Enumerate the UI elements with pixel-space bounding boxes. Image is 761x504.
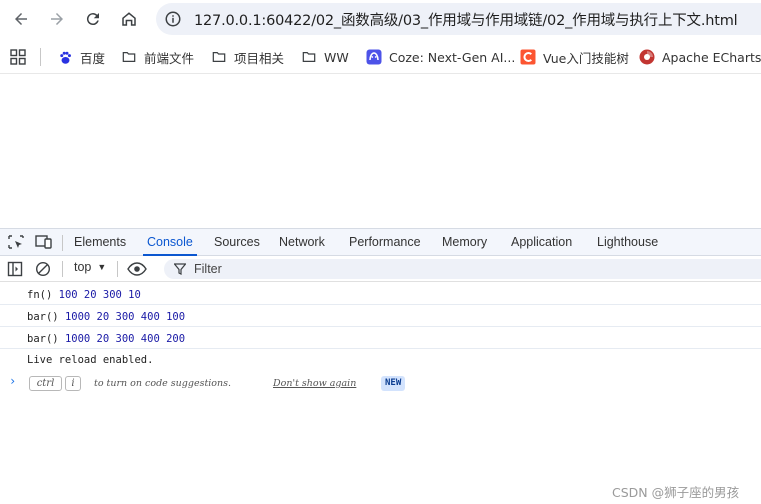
tab-sources[interactable]: Sources (214, 229, 260, 256)
bookmarks-separator (40, 48, 41, 66)
tab-separator (62, 235, 63, 251)
context-selector[interactable]: top ▼ (74, 260, 106, 274)
toolbar-separator (62, 261, 63, 277)
back-arrow-icon (15, 13, 27, 25)
console-toolbar: top ▼ Filter (0, 256, 761, 282)
log-function: fn() (27, 289, 53, 301)
inspect-element-icon[interactable] (7, 234, 25, 250)
tab-performance[interactable]: Performance (349, 229, 421, 256)
watermark: CSDN @狮子座的男孩 (612, 485, 740, 500)
tab-network[interactable]: Network (279, 229, 325, 256)
tab-console[interactable]: Console (143, 229, 197, 256)
ctrl-key: ctrl (29, 376, 62, 391)
tab-memory[interactable]: Memory (442, 229, 487, 256)
apps-grid-icon[interactable] (10, 49, 26, 65)
bookmark-ww[interactable]: WW (301, 47, 349, 67)
log-function: bar() (27, 333, 59, 345)
devtools-tab-bar: Elements Console Sources Network Perform… (0, 228, 761, 256)
prompt-chevron-icon: › (9, 374, 17, 388)
reload-icon (86, 13, 99, 26)
url-text: 127.0.0.1:60422/02_函数高级/03_作用域与作用域链/02_作… (194, 12, 738, 29)
code-suggestion-hint: to turn on code suggestions. (94, 378, 232, 389)
baidu-paw-icon (57, 49, 73, 65)
dont-show-again-link[interactable]: Don't show again (273, 378, 356, 389)
filter-input[interactable]: Filter (164, 259, 761, 279)
console-log-line: Live reload enabled. (0, 348, 761, 370)
log-values: 1000 20 300 400 100 (64, 311, 186, 323)
sidebar-toggle-icon[interactable] (7, 261, 23, 277)
forward-arrow-icon (51, 13, 63, 25)
reload-button[interactable] (81, 7, 105, 31)
bookmark-vue[interactable]: Vue入门技能树 (520, 47, 629, 67)
log-values: 100 20 300 10 (58, 289, 141, 301)
caret-down-icon: ▼ (97, 262, 107, 272)
bookmark-label: 百度 (80, 50, 106, 66)
devtools-panel: Elements Console Sources Network Perform… (0, 228, 761, 504)
log-message: Live reload enabled. (27, 354, 154, 366)
log-function: bar() (27, 311, 59, 323)
log-values: 1000 20 300 400 200 (64, 333, 186, 345)
new-badge: NEW (381, 376, 406, 391)
device-toolbar-icon[interactable] (35, 234, 53, 250)
bookmark-label: 项目相关 (234, 50, 285, 66)
bookmark-frontend-files[interactable]: 前端文件 (121, 47, 194, 67)
bookmark-coze[interactable]: Coze: Next-Gen AI... (366, 47, 515, 67)
folder-icon (211, 49, 227, 65)
home-icon (122, 12, 136, 26)
back-button[interactable] (9, 7, 33, 31)
eye-icon[interactable] (127, 261, 147, 277)
console-log-line: fn() 100 20 300 10 (0, 283, 761, 305)
coze-icon (366, 49, 382, 65)
bookmark-baidu[interactable]: 百度 (57, 47, 105, 67)
bookmark-label: Vue入门技能树 (543, 50, 629, 66)
home-button[interactable] (117, 7, 141, 31)
console-prompt[interactable]: › ctrl i to turn on code suggestions. Do… (0, 371, 761, 395)
clear-console-icon[interactable] (35, 261, 51, 277)
i-key: i (65, 376, 81, 391)
forward-button[interactable] (45, 7, 69, 31)
info-icon[interactable] (164, 10, 182, 28)
bookmark-label: Apache ECharts (662, 49, 761, 65)
csdn-c-icon (520, 49, 536, 65)
bookmark-label: 前端文件 (144, 50, 195, 66)
tab-elements[interactable]: Elements (74, 229, 126, 256)
bookmark-label: Coze: Next-Gen AI... (389, 49, 516, 65)
console-log-line: bar() 1000 20 300 400 100 (0, 305, 761, 327)
bookmark-echarts[interactable]: Apache ECharts (639, 47, 761, 67)
filter-icon (174, 263, 186, 275)
address-bar[interactable]: 127.0.0.1:60422/02_函数高级/03_作用域与作用域链/02_作… (156, 3, 761, 35)
toolbar-separator (117, 261, 118, 277)
echarts-icon (639, 49, 655, 65)
bookmark-project[interactable]: 项目相关 (211, 47, 284, 67)
tab-lighthouse[interactable]: Lighthouse (597, 229, 658, 256)
console-log-line: bar() 1000 20 300 400 200 (0, 327, 761, 349)
folder-icon (301, 49, 317, 65)
bookmarks-bar: 百度 前端文件 项目相关 WW Coze: Next-Gen AI... Vue… (0, 40, 761, 74)
folder-icon (121, 49, 137, 65)
bookmark-label: WW (324, 49, 349, 65)
browser-toolbar: 127.0.0.1:60422/02_函数高级/03_作用域与作用域链/02_作… (0, 0, 761, 40)
tab-application[interactable]: Application (511, 229, 572, 256)
